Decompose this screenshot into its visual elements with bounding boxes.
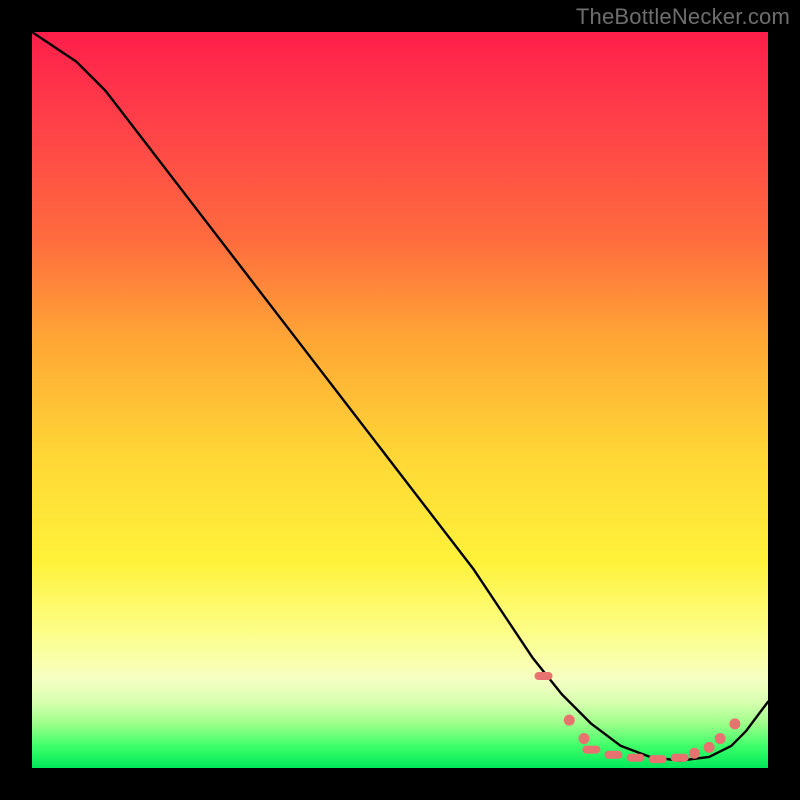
plot-area (32, 32, 768, 768)
marker-dot (729, 718, 740, 729)
marker-layer (535, 672, 741, 763)
chart-frame: TheBottleNecker.com (0, 0, 800, 800)
marker-dot (579, 733, 590, 744)
chart-svg (32, 32, 768, 768)
marker-dash (627, 754, 645, 762)
marker-dash (671, 754, 689, 762)
marker-dash (582, 746, 600, 754)
watermark-text: TheBottleNecker.com (576, 4, 790, 30)
marker-dot (704, 742, 715, 753)
marker-dot (689, 748, 700, 759)
marker-dot (564, 715, 575, 726)
marker-dash (604, 751, 622, 759)
marker-dash (649, 755, 667, 763)
marker-dot (715, 733, 726, 744)
marker-dash (535, 672, 553, 680)
bottleneck-curve (32, 32, 768, 761)
